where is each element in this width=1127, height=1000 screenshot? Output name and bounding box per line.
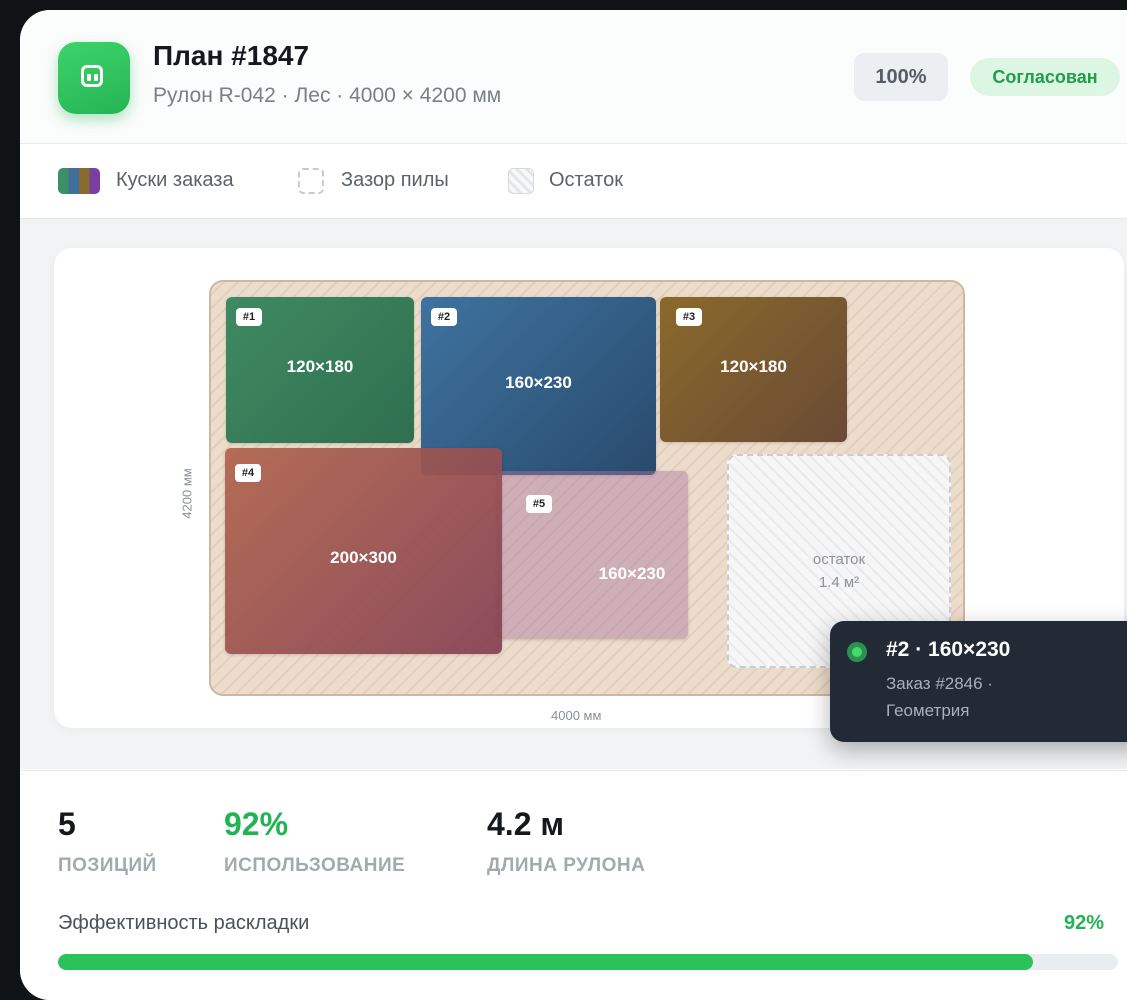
positions-value: 5 [58,806,76,842]
piece-dimensions: 160×230 [505,373,572,392]
positions-label: ПОЗИЦИЙ [58,855,157,876]
piece-dimensions: 160×230 [598,564,666,583]
remainder-label: остаток [812,551,866,568]
stats-panel: 5 ПОЗИЦИЙ 92% ИСПОЛЬЗОВАНИЕ 4.2 м ДЛИНА … [20,770,1127,1000]
piece-dimensions: 120×180 [720,357,787,376]
piece-4[interactable]: #4 200×300 [225,448,502,654]
usage-label: ИСПОЛЬЗОВАНИЕ [224,855,406,876]
piece-5[interactable]: #5 160×230 [496,471,688,639]
piece-1[interactable]: #1 120×180 [226,297,414,443]
roll-length-value: 4.2 м [487,806,565,842]
piece-tag: #2 [431,308,457,326]
tooltip-category: Геометрия [886,701,970,720]
order-pieces-swatch [58,168,100,194]
usage-value: 92% [224,806,289,842]
status-badge: Согласован [970,58,1120,96]
roll-width-label: 4000 мм [551,708,602,723]
remainder-area-value: 1.4 м² [818,574,860,591]
plan-header: План #1847 Рулон R-042 · Лес · 4000 × 42… [20,10,1127,144]
legend: Куски заказа Зазор пилы Остаток [20,144,1127,219]
efficiency-progress-fill [58,954,1034,970]
plan-subtitle: Рулон R-042 · Лес · 4000 × 4200 мм [153,84,502,107]
tooltip-order: Заказ #2846 · [886,674,993,693]
piece-tag: #4 [235,464,261,482]
piece-dimensions: 200×300 [330,548,397,567]
piece-tooltip: #2 · 160×230 Заказ #2846 · Геометрия [830,621,1127,742]
piece-tag: #3 [676,308,702,326]
plan-title: План #1847 [153,40,310,71]
saw-kerf-swatch [298,168,324,194]
legend-remainder: Остаток [549,169,623,191]
layout-icon [81,65,103,87]
zoom-percent-chip[interactable]: 100% [854,53,948,101]
status-dot-icon [847,642,867,662]
legend-saw-kerf: Зазор пилы [341,169,449,191]
plan-app-icon [58,42,130,114]
roll-height-label: 4200 мм [179,468,195,519]
piece-dimensions: 120×180 [286,357,354,376]
efficiency-percent: 92% [1064,912,1105,934]
efficiency-progress-bar [58,954,1118,970]
tooltip-title: #2 · 160×230 [886,638,1011,661]
roll-length-label: ДЛИНА РУЛОНА [487,855,646,876]
remainder-swatch [508,168,534,194]
cutting-plan-card: План #1847 Рулон R-042 · Лес · 4000 × 42… [20,10,1127,1000]
legend-order-pieces: Куски заказа [116,169,234,191]
piece-3[interactable]: #3 120×180 [660,297,847,442]
efficiency-label: Эффективность раскладки [58,912,310,934]
piece-tag: #1 [236,308,262,326]
piece-tag: #5 [526,495,552,513]
